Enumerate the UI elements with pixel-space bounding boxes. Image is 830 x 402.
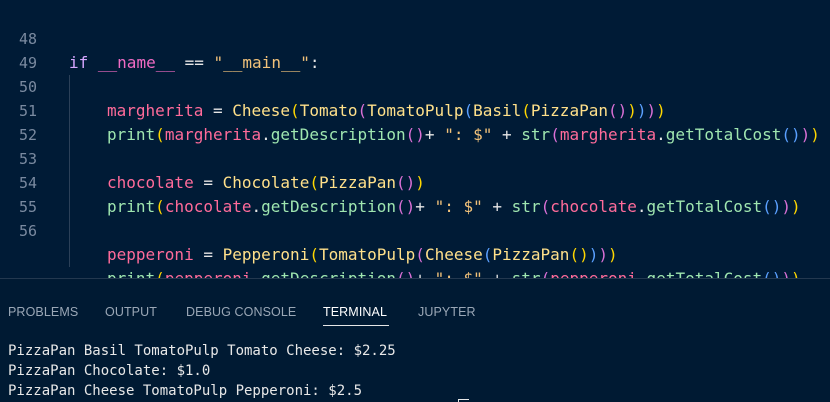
tab-terminal[interactable]: TERMINAL bbox=[323, 300, 387, 324]
code-text: pepperoni = Pepperoni(TomatoPulp(Cheese(… bbox=[107, 245, 618, 264]
code-line[interactable]: 56 print(pepperoni.getDescription()+ ": … bbox=[0, 195, 830, 278]
indent-guide bbox=[69, 243, 70, 267]
terminal-line: PizzaPan Chocolate: $1.0 bbox=[8, 363, 211, 379]
terminal-line: PizzaPan Cheese TomatoPulp Pepperoni: $2… bbox=[8, 383, 363, 399]
panel-tabs: PROBLEMS OUTPUT DEBUG CONSOLE TERMINAL J… bbox=[0, 300, 830, 324]
code-line[interactable]: 53 print(chocolate.getDescription()+ ": … bbox=[0, 123, 830, 216]
tab-jupyter[interactable]: JUPYTER bbox=[418, 300, 476, 324]
tab-output[interactable]: OUTPUT bbox=[105, 300, 157, 324]
bottom-panel: PROBLEMS OUTPUT DEBUG CONSOLE TERMINAL J… bbox=[0, 279, 830, 402]
code-line[interactable]: 52 chocolate = Chocolate(PizzaPan()) bbox=[0, 99, 830, 192]
tab-debug-console[interactable]: DEBUG CONSOLE bbox=[186, 300, 296, 324]
terminal-line: PizzaPan Basil TomatoPulp Tomato Cheese:… bbox=[8, 343, 396, 359]
code-line[interactable]: 48 if __name__ == "__main__": bbox=[0, 3, 830, 72]
code-line[interactable]: 54 bbox=[0, 147, 830, 219]
terminal-output[interactable]: PizzaPan Basil TomatoPulp Tomato Cheese:… bbox=[8, 341, 396, 401]
code-editor[interactable]: 48 if __name__ == "__main__": 49 margher… bbox=[0, 0, 830, 278]
code-line[interactable]: 55 pepperoni = Pepperoni(TomatoPulp(Chee… bbox=[0, 171, 830, 264]
code-text: print(pepperoni.getDescription()+ ": $" … bbox=[107, 267, 801, 278]
code-line[interactable]: 50 print(margherita.getDescription()+ ":… bbox=[0, 51, 830, 144]
line-number: 56 bbox=[18, 222, 37, 240]
tab-problems[interactable]: PROBLEMS bbox=[8, 300, 78, 324]
code-line[interactable]: 51 bbox=[0, 75, 830, 147]
active-tab-indicator bbox=[323, 325, 389, 326]
indent-guide bbox=[69, 219, 70, 243]
code-line[interactable]: 49 margherita = Cheese(Tomato(TomatoPulp… bbox=[0, 27, 830, 120]
